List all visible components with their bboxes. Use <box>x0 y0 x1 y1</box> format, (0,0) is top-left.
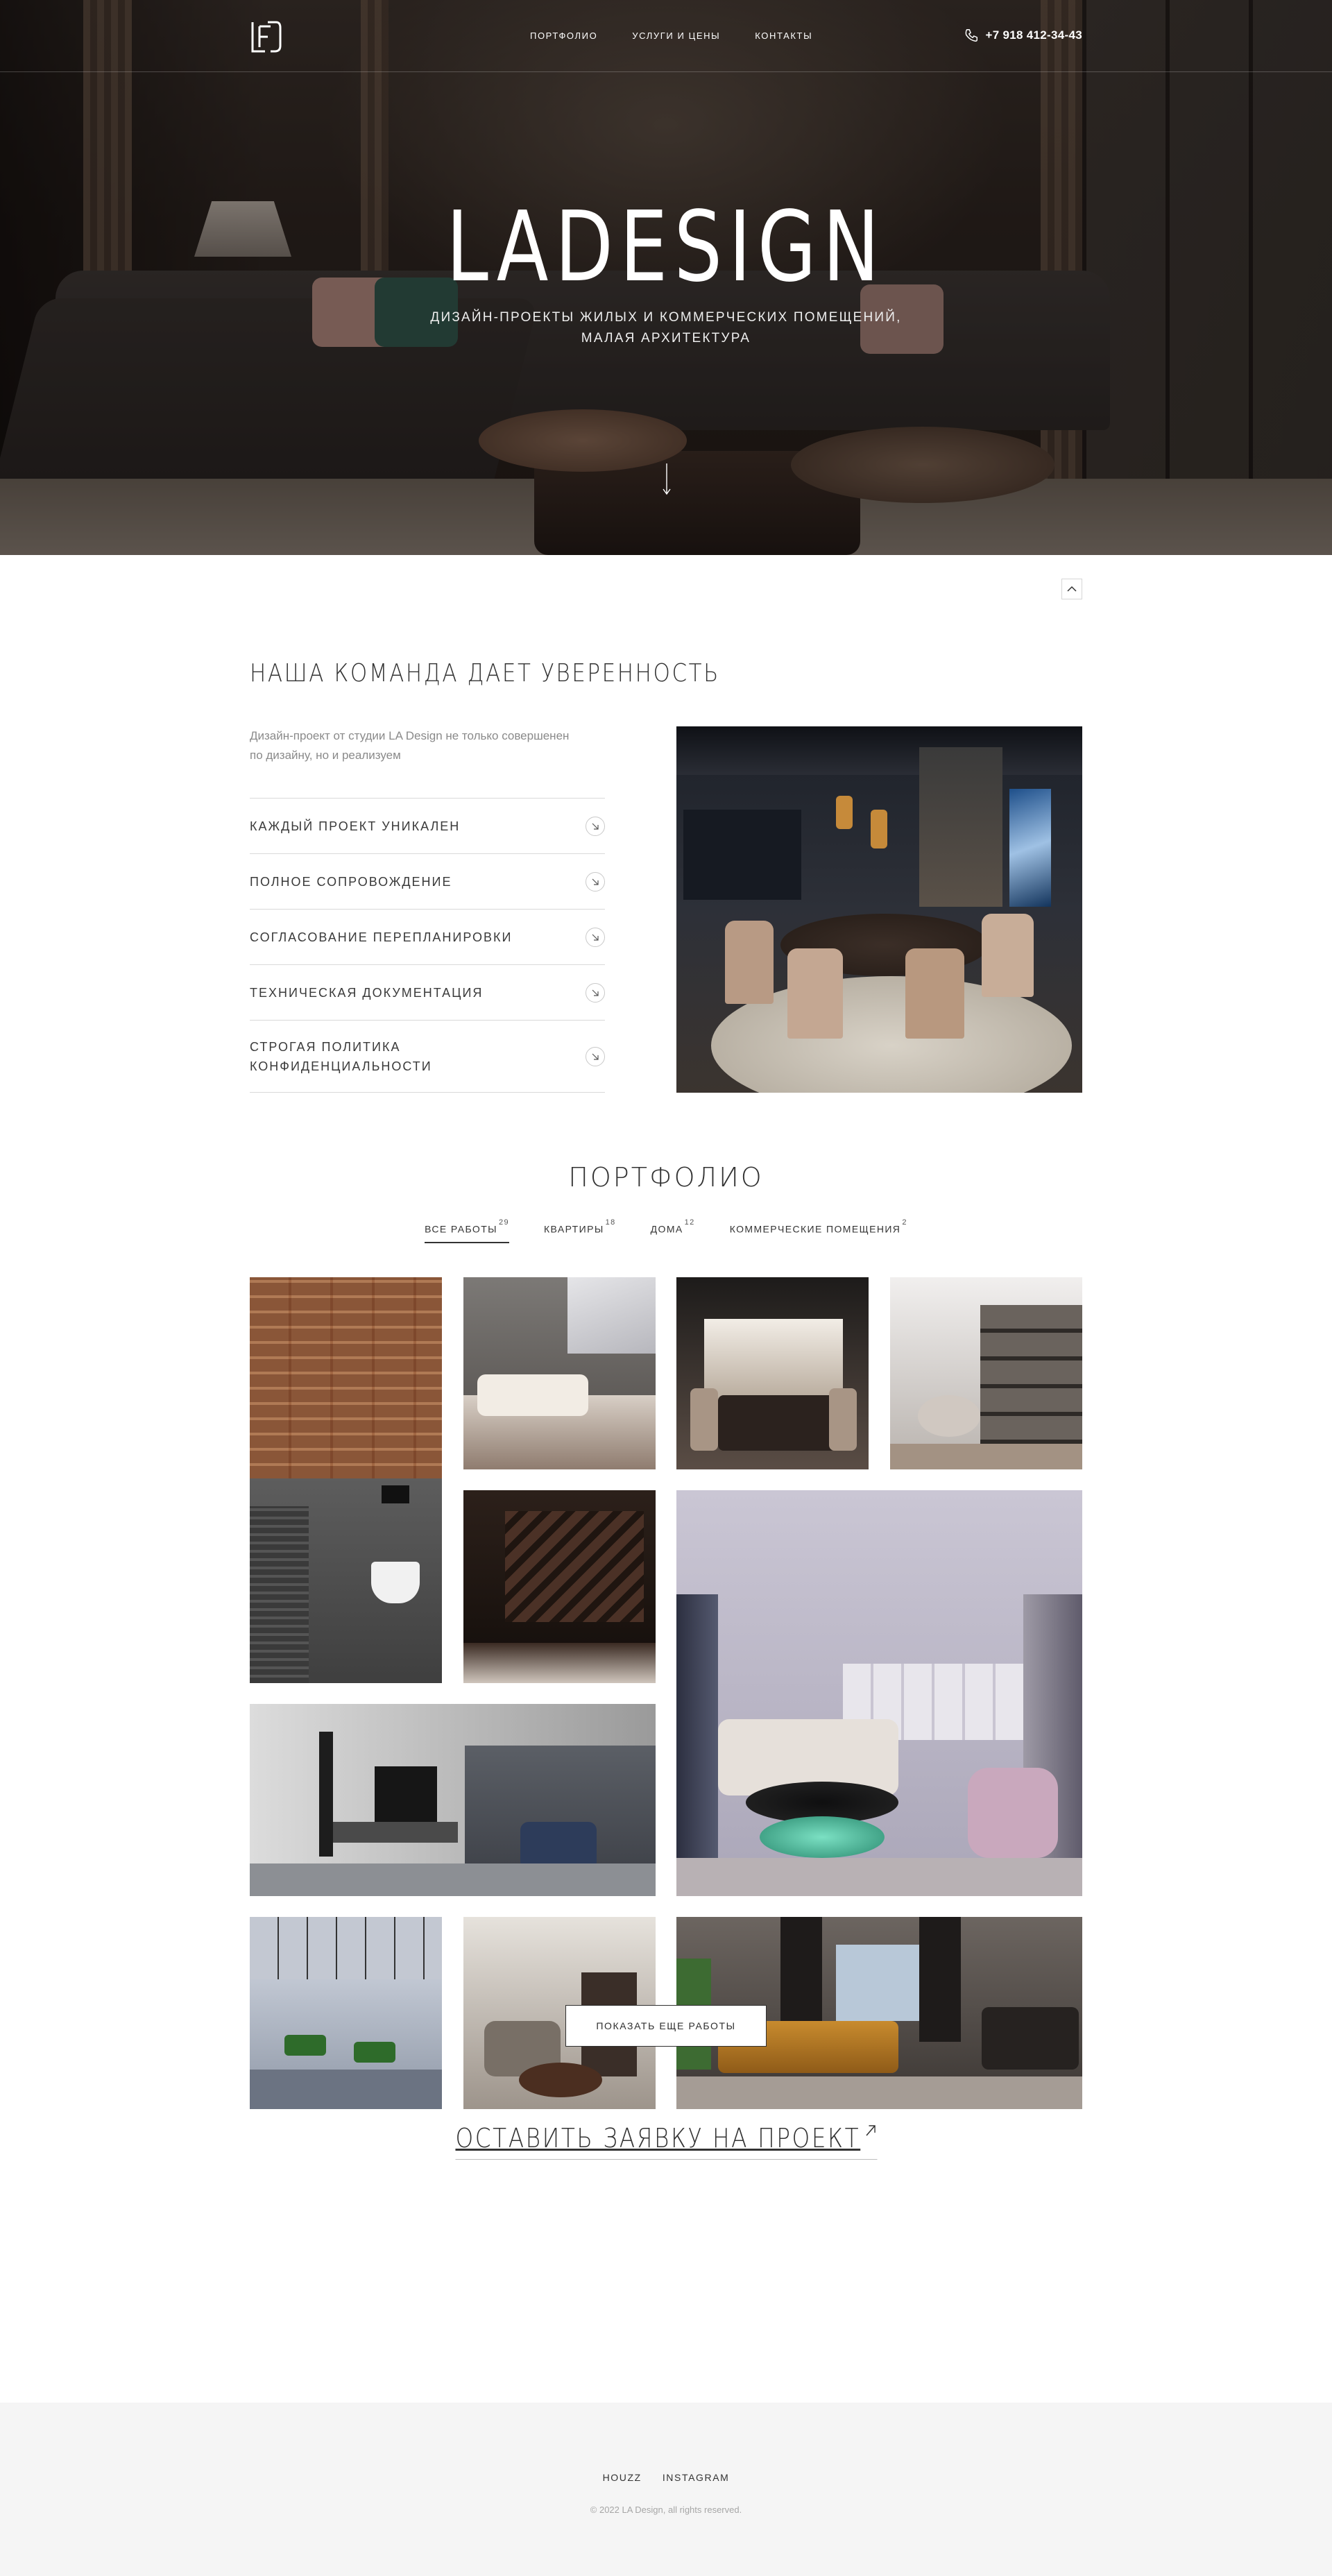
portfolio-title: ПОРТФОЛИО <box>568 1162 764 1193</box>
tab-houses[interactable]: ДОМА12 <box>650 1218 695 1243</box>
feature-item[interactable]: ПОЛНОЕ СОПРОВОЖДЕНИЕ <box>250 854 605 910</box>
team-lead-line: по дизайну, но и реализуем <box>250 749 401 762</box>
feature-item[interactable]: СОГЛАСОВАНИЕ ПЕРЕПЛАНИРОВКИ <box>250 910 605 965</box>
tab-label: КОММЕРЧЕСКИЕ ПОМЕЩЕНИЯ <box>729 1223 901 1235</box>
arrow-down-right-icon <box>586 982 605 1003</box>
phone-link[interactable]: +7 918 412-34-43 <box>964 28 1083 43</box>
feature-item[interactable]: ТЕХНИЧЕСКАЯ ДОКУМЕНТАЦИЯ <box>250 965 605 1021</box>
show-more-button[interactable]: ПОКАЗАТЬ ЕЩЕ РАБОТЫ <box>565 2005 767 2047</box>
nav-services-prices[interactable]: УСЛУГИ И ЦЕНЫ <box>632 31 720 41</box>
request-project-link[interactable]: ОСТАВИТЬ ЗАЯВКУ НА ПРОЕКТ <box>455 2123 877 2160</box>
portfolio-item-bedroom[interactable] <box>463 1277 656 1469</box>
footer-links: HOUZZ INSTAGRAM <box>0 2472 1332 2483</box>
tab-label: КВАРТИРЫ <box>544 1223 604 1235</box>
chevron-up-icon <box>1067 586 1077 592</box>
footer-link-houzz[interactable]: HOUZZ <box>603 2472 642 2483</box>
tab-count: 12 <box>684 1218 695 1227</box>
tab-label: ВСЕ РАБОТЫ <box>425 1223 497 1235</box>
tab-apartments[interactable]: КВАРТИРЫ18 <box>544 1218 616 1243</box>
hero-subtitle-line: ДИЗАЙН-ПРОЕКТЫ ЖИЛЫХ И КОММЕРЧЕСКИХ ПОМЕ… <box>430 310 902 325</box>
footer: HOUZZ INSTAGRAM © 2022 LA Design, all ri… <box>0 2403 1332 2576</box>
nav-portfolio[interactable]: ПОРТФОЛИО <box>530 31 597 41</box>
hero: ПОРТФОЛИО УСЛУГИ И ЦЕНЫ КОНТАКТЫ +7 918 … <box>0 0 1332 555</box>
arrow-up-right-icon <box>865 2125 876 2136</box>
main-nav: ПОРТФОЛИО УСЛУГИ И ЦЕНЫ КОНТАКТЫ <box>530 31 812 41</box>
arrow-down-right-icon <box>586 927 605 947</box>
arrow-down-icon[interactable] <box>663 463 671 495</box>
tab-count: 2 <box>902 1218 907 1227</box>
portfolio-item-living-room[interactable] <box>676 1490 1082 1896</box>
cta-label: ОСТАВИТЬ ЗАЯВКУ НА ПРОЕКТ <box>455 2123 860 2153</box>
tab-commercial[interactable]: КОММЕРЧЕСКИЕ ПОМЕЩЕНИЯ2 <box>729 1218 907 1243</box>
feature-item[interactable]: КАЖДЫЙ ПРОЕКТ УНИКАЛЕН <box>250 799 605 854</box>
arrow-down-right-icon <box>586 871 605 892</box>
feature-item[interactable]: СТРОГАЯ ПОЛИТИКА КОНФИДЕНЦИАЛЬНОСТИ <box>250 1021 605 1093</box>
logo-icon[interactable] <box>250 21 282 53</box>
hero-title: LADESIGN <box>446 191 886 304</box>
team-lead: Дизайн-проект от студии LA Design не тол… <box>250 726 610 765</box>
portfolio-section: ПОРТФОЛИО ВСЕ РАБОТЫ29 КВАРТИРЫ18 ДОМА12… <box>0 1124 1332 2262</box>
feature-label: СТРОГАЯ ПОЛИТИКА КОНФИДЕНЦИАЛЬНОСТИ <box>250 1039 432 1073</box>
team-lead-line: Дизайн-проект от студии LA Design не тол… <box>250 729 570 742</box>
team-title: НАША КОМАНДА ДАЕТ УВЕРЕННОСТЬ <box>250 659 720 688</box>
phone-number: +7 918 412-34-43 <box>985 28 1082 42</box>
feature-label: ТЕХНИЧЕСКАЯ ДОКУМЕНТАЦИЯ <box>250 985 484 1000</box>
phone-icon <box>965 29 977 42</box>
feature-label: ПОЛНОЕ СОПРОВОЖДЕНИЕ <box>250 874 452 889</box>
top-navigation: ПОРТФОЛИО УСЛУГИ И ЦЕНЫ КОНТАКТЫ +7 918 … <box>0 0 1332 72</box>
arrow-down-right-icon <box>586 1046 605 1066</box>
team-section: НАША КОМАНДА ДАЕТ УВЕРЕННОСТЬ Дизайн-про… <box>0 555 1332 1124</box>
hero-subtitle-line: МАЛАЯ АРХИТЕКТУРА <box>581 331 751 346</box>
portfolio-item-dining[interactable] <box>676 1277 869 1469</box>
portfolio-item-office[interactable] <box>250 1917 442 2109</box>
copyright: © 2022 LA Design, all rights reserved. <box>590 2505 742 2515</box>
footer-link-instagram[interactable]: INSTAGRAM <box>663 2472 730 2483</box>
cta: ОСТАВИТЬ ЗАЯВКУ НА ПРОЕКТ <box>0 2123 1332 2160</box>
arrow-down-right-icon <box>586 816 605 836</box>
back-to-top-button[interactable] <box>1061 579 1082 599</box>
portfolio-item-tv-lounge[interactable] <box>250 1704 656 1896</box>
tab-label: ДОМА <box>650 1223 683 1235</box>
tab-count: 29 <box>498 1218 509 1227</box>
hero-subtitle: ДИЗАЙН-ПРОЕКТЫ ЖИЛЫХ И КОММЕРЧЕСКИХ ПОМЕ… <box>0 307 1332 349</box>
feature-label: КАЖДЫЙ ПРОЕКТ УНИКАЛЕН <box>250 819 461 833</box>
portfolio-tabs: ВСЕ РАБОТЫ29 КВАРТИРЫ18 ДОМА12 КОММЕРЧЕС… <box>0 1218 1332 1243</box>
portfolio-item-bathroom[interactable] <box>250 1277 442 1683</box>
dining-room-photo <box>676 726 1082 1093</box>
feature-label: СОГЛАСОВАНИЕ ПЕРЕПЛАНИРОВКИ <box>250 930 513 944</box>
portfolio-item-living-area[interactable] <box>890 1277 1082 1469</box>
tab-all-works[interactable]: ВСЕ РАБОТЫ29 <box>425 1218 509 1243</box>
feature-list: КАЖДЫЙ ПРОЕКТ УНИКАЛЕН ПОЛНОЕ СОПРОВОЖДЕ… <box>250 798 605 1093</box>
nav-contacts[interactable]: КОНТАКТЫ <box>755 31 812 41</box>
portfolio-item-staircase[interactable] <box>463 1490 656 1683</box>
tab-count: 18 <box>605 1218 616 1227</box>
